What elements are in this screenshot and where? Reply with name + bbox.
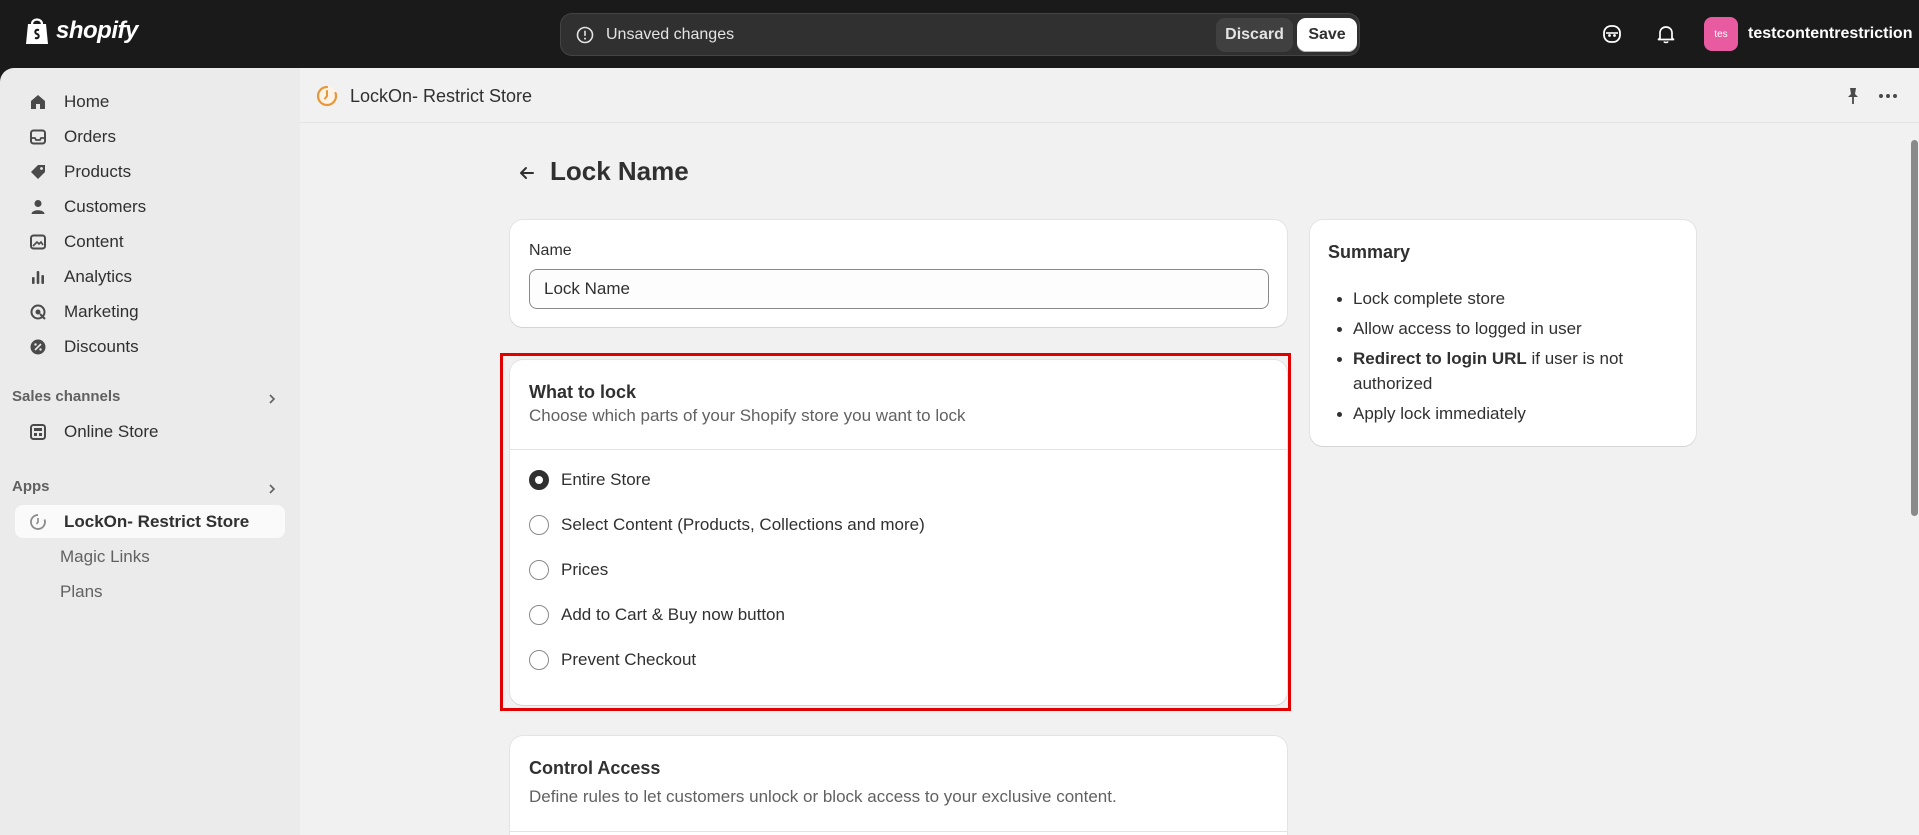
pin-icon[interactable] [1842,85,1864,107]
sidebar-item-analytics[interactable]: Analytics [15,260,285,293]
summary-item: Lock complete store [1328,286,1668,311]
sidebar-item-plans[interactable]: Plans [15,575,285,608]
sidebar-item-label: Analytics [64,266,133,286]
radio-select-content[interactable]: Select Content (Products, Collections an… [529,512,925,538]
discount-icon [28,337,48,357]
radio-label: Entire Store [561,470,651,489]
app-title: LockOn- Restrict Store [350,86,533,106]
sidekick-button[interactable] [1598,20,1626,48]
back-button[interactable] [513,159,541,187]
radio-button[interactable] [529,605,549,625]
radio-label: Add to Cart & Buy now button [561,605,785,624]
discard-button[interactable]: Discard [1216,18,1293,52]
bar-chart-icon [28,267,48,287]
sidebar-item-label: Discounts [64,336,139,356]
tag-icon [28,162,48,182]
radio-add-to-cart[interactable]: Add to Cart & Buy now button [529,602,785,628]
chevron-right-icon[interactable] [264,391,280,407]
radio-button[interactable] [529,515,549,535]
divider [510,831,1287,832]
sidebar-item-content[interactable]: Content [15,225,285,258]
summary-title: Summary [1328,242,1411,262]
sidebar-item-label: Content [64,231,124,251]
sidebar: Home Orders Products Customers Content A… [0,68,300,835]
account-name: testcontentrestriction [1748,25,1913,42]
sidebar-item-label: Plans [60,581,103,601]
control-access-heading: Control Access [529,758,661,778]
sidebar-item-label: Online Store [64,421,159,441]
inbox-icon [28,127,48,147]
store-icon [28,422,48,442]
summary-list: Lock complete store Allow access to logg… [1328,286,1668,431]
name-field-label: Name [529,242,572,259]
sidebar-item-online-store[interactable]: Online Store [15,415,285,448]
sidekick-icon [1603,25,1621,43]
what-to-lock-heading: What to lock [529,382,636,402]
sidebar-item-orders[interactable]: Orders [15,120,285,153]
target-icon [28,302,48,322]
radio-label: Prices [561,560,609,579]
sidebar-item-label: Magic Links [60,546,150,566]
person-icon [28,197,48,217]
radio-button[interactable] [529,650,549,670]
sidebar-item-customers[interactable]: Customers [15,190,285,223]
what-to-lock-card: What to lock Choose which parts of your … [510,360,1287,705]
sidebar-item-lockon-app[interactable]: LockOn- Restrict Store [15,505,285,538]
summary-item: Apply lock immediately [1328,401,1668,426]
arrow-left-icon [520,167,534,179]
save-button[interactable]: Save [1297,18,1357,52]
sidebar-item-products[interactable]: Products [15,155,285,188]
summary-item: Allow access to logged in user [1328,316,1668,341]
name-card: Name [510,220,1287,327]
scrollbar-thumb[interactable] [1911,140,1918,516]
radio-label: Prevent Checkout [561,650,697,669]
home-icon [28,92,48,112]
radio-button[interactable] [529,560,549,580]
sidebar-item-label: LockOn- Restrict Store [64,511,250,531]
radio-entire-store[interactable]: Entire Store [529,467,651,493]
more-horizontal-icon[interactable] [1876,85,1900,107]
sidebar-item-discounts[interactable]: Discounts [15,330,285,363]
sidebar-item-magic-links[interactable]: Magic Links [15,540,285,573]
page-title: Lock Name [550,156,689,186]
chevron-right-icon[interactable] [264,481,280,497]
control-access-card: Control Access Define rules to let custo… [510,736,1287,835]
shopify-logo[interactable]: shopify [24,16,138,46]
lockon-app-icon [316,85,338,107]
app-header: LockOn- Restrict Store [300,68,1919,123]
summary-card: Summary Lock complete store Allow access… [1310,220,1696,446]
sidebar-item-marketing[interactable]: Marketing [15,295,285,328]
main-content: LockOn- Restrict Store Lock Name Name Wh… [300,68,1919,835]
unsaved-changes-text: Unsaved changes [606,26,735,43]
radio-prices[interactable]: Prices [529,557,608,583]
summary-item-bold: Redirect to login URL [1353,349,1527,368]
what-to-lock-subheading: Choose which parts of your Shopify store… [529,406,966,425]
notifications-button[interactable] [1652,20,1680,48]
divider [510,449,1287,450]
radio-prevent-checkout[interactable]: Prevent Checkout [529,647,696,673]
alert-circle-icon [576,26,594,44]
image-icon [28,232,48,252]
sidebar-item-label: Home [64,91,110,111]
shopify-bag-icon [26,18,48,44]
bell-icon [1657,26,1675,44]
sidebar-item-label: Customers [64,196,147,216]
top-bar: shopify Unsaved changes Discard Save tes… [0,0,1919,68]
name-input[interactable] [529,269,1269,309]
control-access-subheading: Define rules to let customers unlock or … [529,787,1117,806]
summary-item: Redirect to login URL if user is not aut… [1328,346,1668,396]
apps-label: Apps [12,478,50,495]
sales-channels-label: Sales channels [12,388,121,405]
brand-name: shopify [56,17,138,44]
sidebar-item-label: Marketing [64,301,139,321]
unsaved-changes-bar: Unsaved changes Discard Save [560,13,1360,56]
account-menu[interactable]: tes testcontentrestriction [1704,17,1912,51]
lockon-app-icon [28,512,48,532]
sidebar-item-label: Orders [64,126,116,146]
radio-button-checked[interactable] [529,470,549,490]
sidebar-item-label: Products [64,161,132,181]
avatar: tes [1704,17,1738,51]
sidebar-item-home[interactable]: Home [15,85,285,118]
radio-label: Select Content (Products, Collections an… [561,515,925,534]
